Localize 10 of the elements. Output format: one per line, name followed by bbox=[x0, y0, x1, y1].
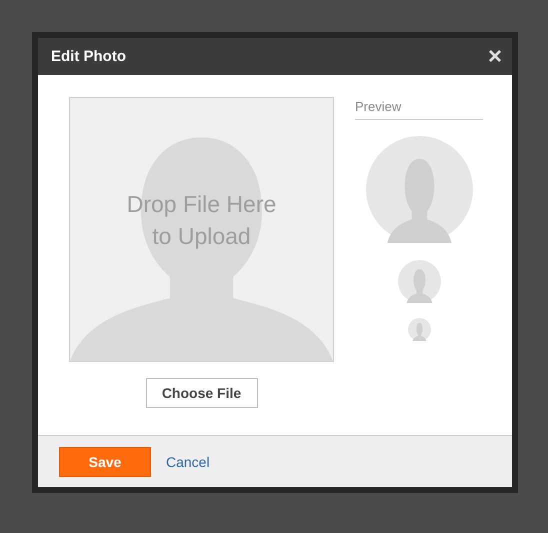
avatar-icon bbox=[366, 136, 472, 243]
close-button[interactable]: × bbox=[488, 44, 502, 68]
choose-file-button[interactable]: Choose File bbox=[146, 378, 258, 408]
avatar-icon bbox=[398, 260, 440, 303]
save-button[interactable]: Save bbox=[59, 446, 151, 476]
drop-hint: Drop File Here to Upload bbox=[126, 190, 278, 251]
cancel-link[interactable]: Cancel bbox=[166, 454, 210, 470]
avatar-icon bbox=[408, 318, 430, 341]
window-title: Edit Photo bbox=[51, 48, 126, 65]
preview-label: Preview bbox=[355, 97, 483, 120]
